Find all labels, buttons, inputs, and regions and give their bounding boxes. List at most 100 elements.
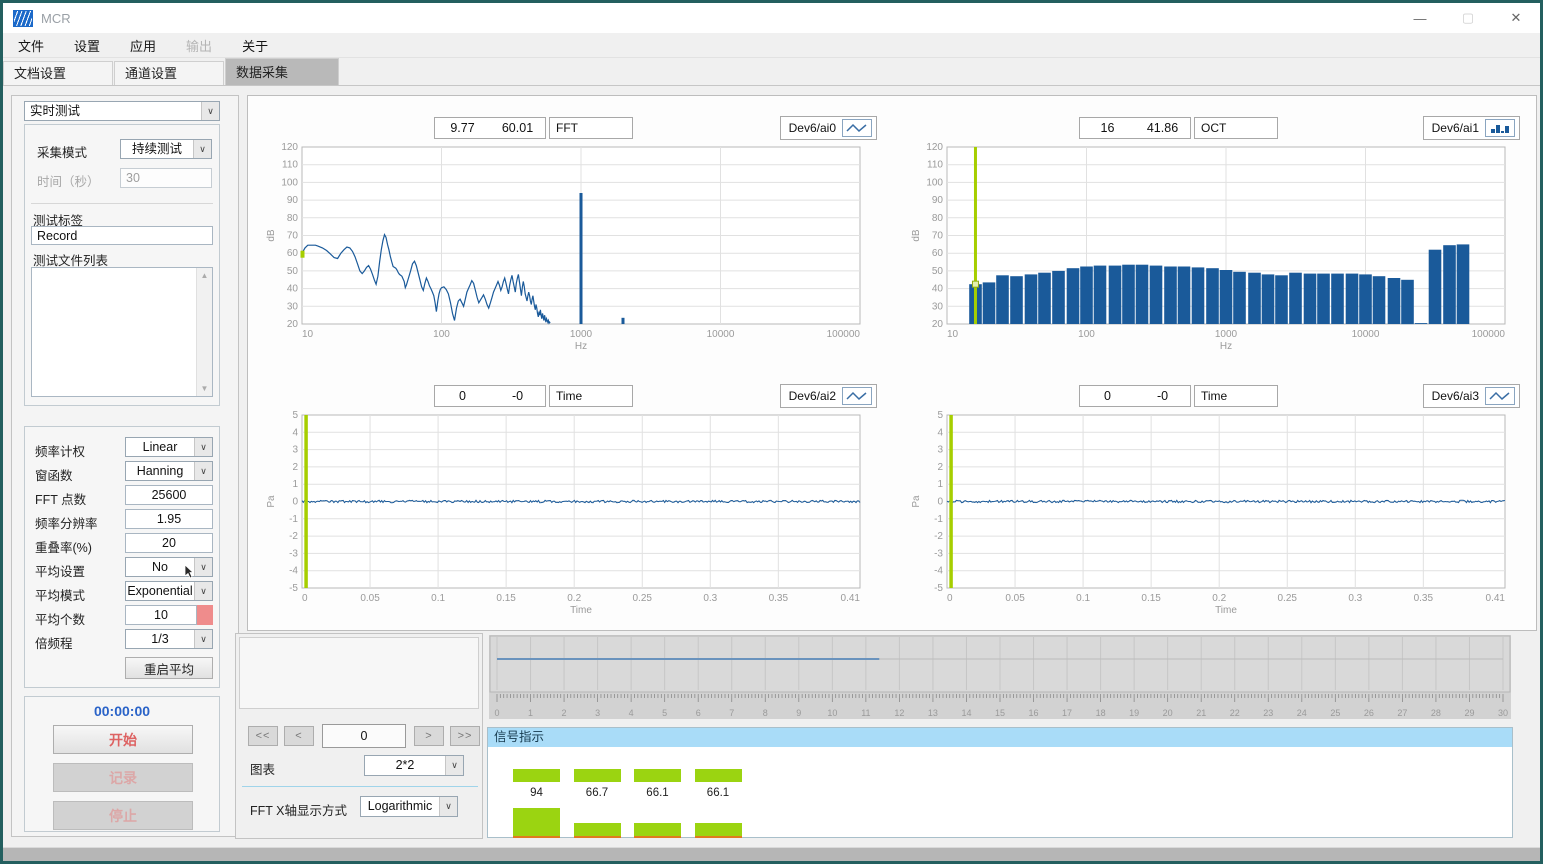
window-func-select[interactable]: Hanning [125,461,213,481]
svg-text:100000: 100000 [1472,329,1506,340]
channel-selector[interactable]: Dev6/ai2 [780,384,877,408]
fft-xaxis-select[interactable]: Logarithmic [360,796,458,817]
signal-level-bar [634,769,681,782]
svg-text:0.25: 0.25 [1278,593,1298,604]
svg-text:Time: Time [570,605,592,616]
svg-text:60: 60 [287,248,299,259]
chart-type-box: FFT [549,117,633,139]
test-file-listbox[interactable] [31,267,213,397]
minimize-button[interactable]: — [1396,3,1444,33]
acq-mode-select[interactable]: 持续测试 [120,139,212,159]
svg-text:27: 27 [1397,708,1407,718]
svg-text:80: 80 [287,213,299,224]
freq-weighting-label: 频率计权 [35,441,85,460]
svg-text:13: 13 [928,708,938,718]
menu-about[interactable]: 关于 [227,36,283,55]
svg-text:9: 9 [796,708,801,718]
freq-weighting-select[interactable]: Linear [125,437,213,457]
svg-text:40: 40 [287,284,299,295]
freq-resolution-input[interactable]: 1.95 [125,509,213,529]
test-tag-input[interactable]: Record [31,226,213,245]
maximize-button[interactable]: ▢ [1444,3,1492,33]
time-sec-label: 时间（秒） [37,171,100,190]
fft-points-input[interactable]: 25600 [125,485,213,505]
svg-text:0.3: 0.3 [1348,593,1362,604]
svg-text:100: 100 [1078,329,1095,340]
svg-text:70: 70 [932,231,944,242]
oct-plot[interactable]: 2030405060708090100110120101001000100001… [905,142,1521,352]
restart-average-button[interactable]: 重启平均 [125,657,213,679]
test-mode-select[interactable]: 实时测试 [24,101,220,121]
analysis-settings-group: 频率计权 Linear 窗函数 Hanning FFT 点数 25600 频率分… [24,426,220,688]
next-page-button[interactable]: > [414,726,444,746]
svg-text:0: 0 [292,497,298,508]
svg-text:60: 60 [932,248,944,259]
page-number-box[interactable]: 0 [322,724,406,748]
chevron-down-icon[interactable] [439,797,457,816]
fft-plot[interactable]: 2030405060708090100110120101001000100001… [260,142,876,352]
svg-text:10: 10 [302,329,314,340]
avg-count-input[interactable]: 10 [125,605,197,625]
scroll-up-icon[interactable] [197,268,212,283]
chevron-down-icon[interactable] [194,462,212,480]
overlap-input[interactable]: 20 [125,533,213,553]
svg-text:0.3: 0.3 [703,593,717,604]
time-plot-ai3[interactable]: -5-4-3-2-101234500.050.10.150.20.250.30.… [905,410,1521,616]
svg-text:50: 50 [287,266,299,277]
svg-text:4: 4 [629,708,634,718]
signal-vu-meter [513,808,560,836]
chevron-down-icon[interactable] [194,438,212,456]
tab-channel-settings[interactable]: 通道设置 [114,61,224,85]
elapsed-timer: 00:00:00 [25,703,219,719]
svg-text:29: 29 [1464,708,1474,718]
chevron-down-icon[interactable] [194,558,212,576]
display-options-panel: << < 0 > >> 图表 2*2 FFT X轴显示方式 Logarithmi… [235,633,483,839]
time-plot-ai2[interactable]: -5-4-3-2-101234500.050.10.150.20.250.30.… [260,410,876,616]
last-page-button[interactable]: >> [450,726,480,746]
fft-points-label: FFT 点数 [35,489,86,508]
avg-mode-select[interactable]: Exponential [125,581,213,601]
menu-apply[interactable]: 应用 [115,36,171,55]
chevron-down-icon[interactable] [194,630,212,648]
signal-level-value: 66.1 [634,787,681,799]
svg-text:100: 100 [926,177,943,188]
chevron-down-icon[interactable] [201,102,219,120]
signal-vu-meter [695,823,742,836]
start-button[interactable]: 开始 [53,725,193,754]
menu-settings[interactable]: 设置 [59,36,115,55]
svg-text:6: 6 [696,708,701,718]
channel-selector[interactable]: Dev6/ai0 [780,116,877,140]
mouse-cursor-icon [185,565,196,580]
record-button: 记录 [53,763,193,792]
timeline-strip[interactable]: 0123456789101112131415161718192021222324… [489,635,1511,719]
svg-text:0.1: 0.1 [1076,593,1090,604]
svg-text:90: 90 [287,195,299,206]
svg-text:0: 0 [947,593,953,604]
avg-setting-select[interactable]: No [125,557,213,577]
chart-layout-select[interactable]: 2*2 [364,755,464,776]
chevron-down-icon[interactable] [445,756,463,775]
first-page-button[interactable]: << [248,726,278,746]
svg-text:22: 22 [1230,708,1240,718]
menu-file[interactable]: 文件 [3,36,59,55]
prev-page-button[interactable]: < [284,726,314,746]
channel-selector[interactable]: Dev6/ai1 [1423,116,1520,140]
svg-text:-5: -5 [934,583,943,594]
svg-text:110: 110 [927,160,943,171]
chevron-down-icon[interactable] [193,140,211,158]
channel-selector[interactable]: Dev6/ai3 [1423,384,1520,408]
tab-data-acquisition[interactable]: 数据采集 [225,58,339,85]
octave-select[interactable]: 1/3 [125,629,213,649]
scrollbar[interactable] [196,268,212,396]
chevron-down-icon[interactable] [194,582,212,600]
close-button[interactable]: ✕ [1492,3,1540,33]
svg-text:0.35: 0.35 [769,593,789,604]
svg-text:2: 2 [292,462,298,473]
svg-text:24: 24 [1297,708,1307,718]
svg-text:dB: dB [911,229,922,242]
svg-text:30: 30 [1498,708,1508,718]
svg-text:120: 120 [926,142,943,153]
scroll-down-icon[interactable] [197,381,212,396]
avg-count-label: 平均个数 [35,609,85,628]
tab-document-settings[interactable]: 文档设置 [3,61,113,85]
